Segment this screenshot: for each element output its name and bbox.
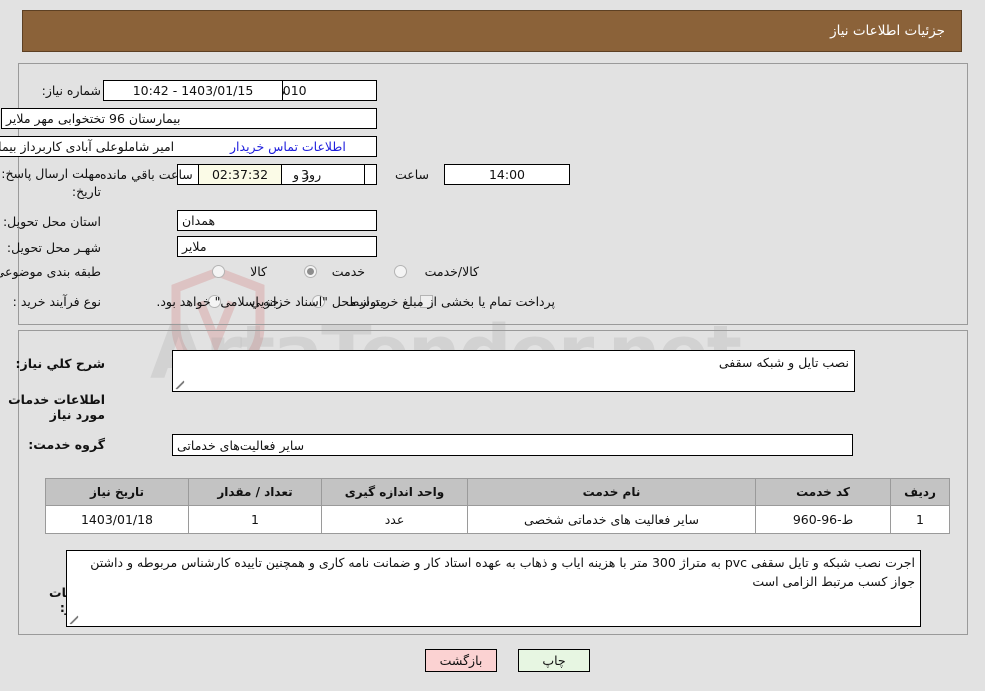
th-qty: تعداد / مقدار bbox=[188, 478, 322, 506]
purchase-process-label: نوع فرآیند خرید : bbox=[12, 294, 101, 309]
cell-name: سایر فعالیت های خدماتی شخصی bbox=[467, 505, 756, 534]
buyer-notes-textarea[interactable]: اجرت نصب شبکه و تایل سقفی pvc به متراژ 3… bbox=[66, 550, 921, 627]
service-group-field[interactable]: سایر فعالیت‌های خدماتی bbox=[172, 434, 853, 456]
buyer-org-field[interactable]: بیمارستان 96 تختخوابی مهر ملایر bbox=[1, 108, 377, 129]
th-code: کد خدمت bbox=[755, 478, 891, 506]
page-header-bar: جزئیات اطلاعات نیاز bbox=[22, 10, 962, 52]
need-info-panel bbox=[18, 63, 968, 325]
countdown-label: ساعت باقي مانده bbox=[100, 167, 193, 182]
th-date: تاریخ نیاز bbox=[45, 478, 189, 506]
general-description-textarea[interactable]: نصب تایل و شبکه سقفی bbox=[172, 350, 855, 392]
delivery-province-label: استان محل تحویل: bbox=[2, 214, 101, 229]
announce-datetime-field[interactable]: 1403/01/15 - 10:42 bbox=[103, 80, 283, 101]
general-description-label: شرح کلي نیاز: bbox=[15, 356, 105, 371]
deadline-hour-field[interactable]: 14:00 bbox=[444, 164, 570, 185]
deadline-hour-label: ساعت bbox=[394, 167, 429, 182]
delivery-province-field[interactable]: همدان bbox=[177, 210, 377, 231]
print-button[interactable]: چاپ bbox=[518, 649, 590, 672]
islamic-treasury-note: پرداخت تمام یا بخشی از مبلغ خرید،از محل … bbox=[156, 294, 555, 309]
category-radio-kala[interactable] bbox=[212, 265, 225, 278]
subject-category-label: طبقه بندی موضوعی: bbox=[0, 264, 101, 279]
countdown-timer-field: 02:37:32 bbox=[198, 164, 282, 185]
cell-radif: 1 bbox=[890, 505, 950, 534]
th-radif: ردیف bbox=[890, 478, 950, 506]
cell-date: 1403/01/18 bbox=[45, 505, 189, 534]
response-deadline-label-line1: مهلت ارسال پاسخ: تا bbox=[0, 166, 101, 181]
remaining-days-label: روز و bbox=[293, 167, 322, 182]
category-label-kala: کالا bbox=[250, 264, 267, 279]
table-row: 1 ط-96-960 سایر فعالیت های خدماتی شخصی ع… bbox=[45, 505, 950, 534]
cell-unit: عدد bbox=[321, 505, 468, 534]
category-radio-khedmat[interactable] bbox=[304, 265, 317, 278]
back-button[interactable]: بازگشت bbox=[425, 649, 497, 672]
service-group-label: گروه خدمت: bbox=[28, 437, 105, 452]
category-radio-kala-khedmat[interactable] bbox=[394, 265, 407, 278]
buyer-notes-value: اجرت نصب شبکه و تایل سقفی pvc به متراژ 3… bbox=[90, 555, 915, 589]
category-label-khedmat: خدمت bbox=[331, 264, 365, 279]
cell-code: ط-96-960 bbox=[755, 505, 891, 534]
need-number-label: شماره نیاز: bbox=[41, 83, 101, 98]
cell-qty: 1 bbox=[188, 505, 322, 534]
page-title: جزئیات اطلاعات نیاز bbox=[830, 23, 945, 39]
buyer-contact-link[interactable]: اطلاعات تماس خریدار bbox=[230, 139, 346, 154]
category-label-kala-khedmat: کالا/خدمت bbox=[424, 264, 479, 279]
resize-grip-icon-notes[interactable] bbox=[69, 615, 79, 625]
th-name: نام خدمت bbox=[467, 478, 756, 506]
required-services-heading: اطلاعات خدمات مورد نیاز bbox=[8, 392, 105, 422]
table-header-row: ردیف کد خدمت نام خدمت واحد اندازه گیری ت… bbox=[45, 478, 950, 506]
resize-grip-icon[interactable] bbox=[175, 380, 185, 390]
th-unit: واحد اندازه گیری bbox=[321, 478, 468, 506]
response-deadline-label-line2: تاریخ: bbox=[71, 184, 101, 199]
general-description-value: نصب تایل و شبکه سقفی bbox=[718, 355, 849, 370]
delivery-city-field[interactable]: ملایر bbox=[177, 236, 377, 257]
delivery-city-label: شهـر محل تحویل: bbox=[6, 240, 101, 255]
services-table: ردیف کد خدمت نام خدمت واحد اندازه گیری ت… bbox=[45, 478, 950, 534]
